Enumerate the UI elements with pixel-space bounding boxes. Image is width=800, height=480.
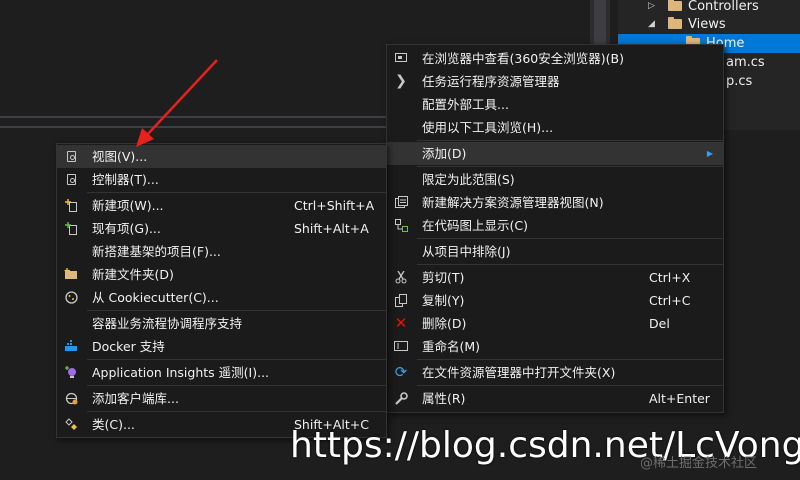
annotation-arrow	[136, 59, 218, 147]
watermark-community: @稀土掘金技术社区	[640, 456, 758, 471]
